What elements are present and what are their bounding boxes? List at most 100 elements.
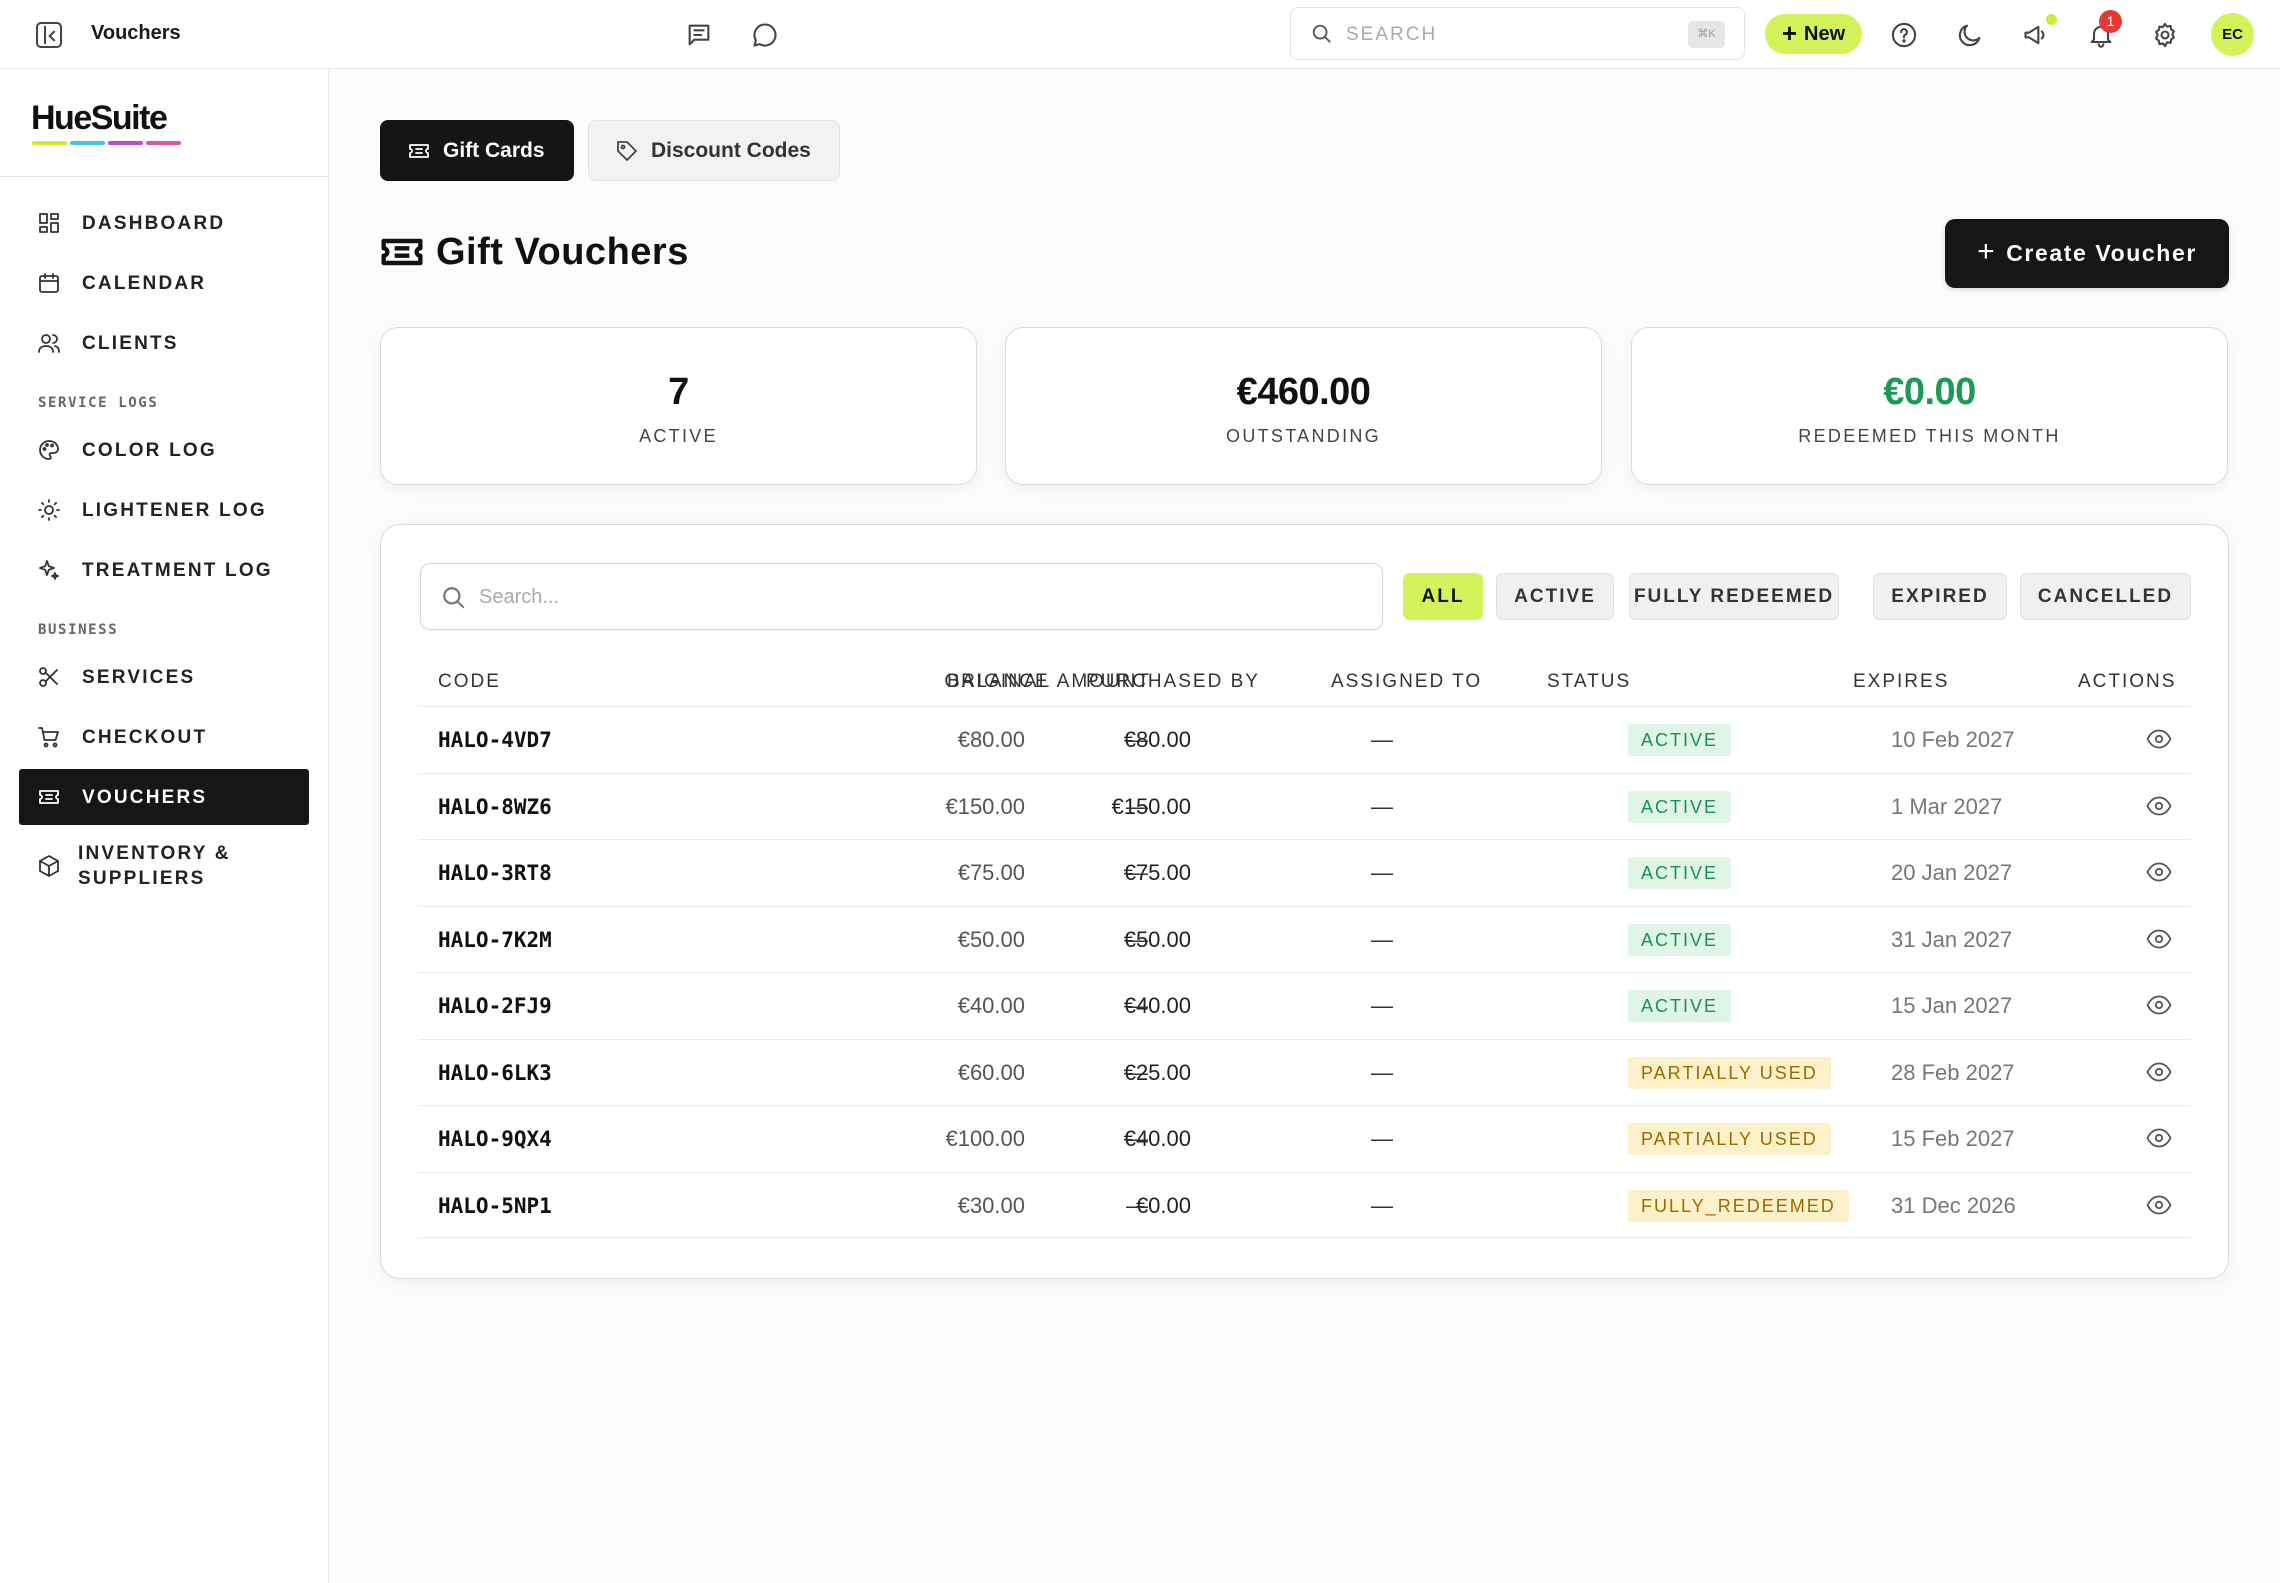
global-search[interactable]: SEARCH ⌘K bbox=[1290, 7, 1745, 60]
notes-icon[interactable] bbox=[682, 18, 716, 52]
column-header-status[interactable]: STATUS bbox=[1547, 671, 1631, 693]
ticket-icon bbox=[409, 143, 429, 158]
table-row[interactable]: HALO-6LK3 €60.00 €25.00— — PARTIALLY USED 28 … bbox=[418, 1038, 2191, 1105]
purchased-by: — bbox=[1126, 793, 1148, 819]
new-button[interactable]: + New bbox=[1765, 14, 1862, 54]
sidebar-section-service-logs: SERVICE LOGS bbox=[38, 395, 159, 411]
global-search-placeholder: SEARCH bbox=[1346, 24, 1438, 45]
sidebar-item-calendar[interactable]: CALENDAR bbox=[19, 255, 309, 311]
assigned-to: — bbox=[1371, 1192, 1393, 1218]
view-eye-icon[interactable] bbox=[2146, 1194, 2172, 1216]
assigned-to: — bbox=[1371, 1059, 1393, 1085]
sidebar-toggle-icon[interactable] bbox=[36, 22, 62, 48]
tab-discount-codes[interactable]: Discount Codes bbox=[588, 120, 840, 181]
sidebar-item-treatment-log[interactable]: TREATMENT LOG bbox=[19, 542, 309, 598]
tab-gift-cards[interactable]: Gift Cards bbox=[380, 120, 574, 181]
column-header-code[interactable]: CODE bbox=[438, 671, 501, 693]
voucher-search-input[interactable]: Search... bbox=[420, 563, 1383, 630]
purchased-by: — bbox=[1126, 860, 1148, 885]
search-shortcut-hint: ⌘K bbox=[1688, 21, 1725, 48]
sidebar: HueSuite DASHBOARD CALENDAR CLIENTS SERV… bbox=[0, 69, 329, 1583]
view-eye-icon[interactable] bbox=[2146, 928, 2172, 950]
table-row[interactable]: HALO-5NP1 €30.00 €0.00— — FULLY_REDEEMED 31 D… bbox=[418, 1171, 2191, 1238]
voucher-search-placeholder: Search... bbox=[479, 586, 560, 608]
filter-active[interactable]: ACTIVE bbox=[1496, 573, 1614, 620]
original-amount: €60.00 bbox=[957, 1059, 1025, 1085]
chat-icon[interactable] bbox=[748, 18, 782, 52]
page-title-text: Gift Vouchers bbox=[436, 230, 689, 273]
box-icon bbox=[36, 853, 62, 879]
sidebar-item-clients[interactable]: CLIENTS bbox=[19, 315, 309, 371]
table-row[interactable]: HALO-8WZ6 €150.00 €150.00— — ACTIVE 1 Mar 202… bbox=[418, 772, 2191, 839]
column-header-assigned-to[interactable]: ASSIGNED TO bbox=[1331, 671, 1482, 693]
brand-color-bars bbox=[32, 141, 181, 145]
column-header-purchased-by[interactable]: PURCHASED BY bbox=[1086, 671, 1260, 693]
table-row[interactable]: HALO-7K2M €50.00 €50.00— — ACTIVE 31 Jan 2027 bbox=[418, 905, 2191, 972]
original-amount: €80.00 bbox=[957, 727, 1025, 752]
status-badge: ACTIVE bbox=[1628, 790, 1732, 823]
gear-icon[interactable] bbox=[2148, 18, 2182, 52]
assigned-to: — bbox=[1371, 793, 1393, 819]
expires-date: 28 Feb 2027 bbox=[1891, 1059, 2015, 1085]
avatar[interactable]: EC bbox=[2211, 13, 2254, 56]
purchased-by: — bbox=[1126, 727, 1148, 752]
palette-icon bbox=[36, 437, 62, 463]
sidebar-item-services[interactable]: SERVICES bbox=[19, 649, 309, 705]
view-eye-icon[interactable] bbox=[2146, 1061, 2172, 1083]
assigned-to: — bbox=[1371, 926, 1393, 952]
sidebar-item-dashboard[interactable]: DASHBOARD bbox=[19, 195, 309, 251]
create-voucher-button[interactable]: + Create Voucher bbox=[1945, 219, 2229, 288]
sidebar-item-label: INVENTORY & SUPPLIERS bbox=[78, 841, 231, 891]
voucher-code: HALO-2FJ9 bbox=[438, 994, 552, 1018]
search-icon bbox=[1312, 24, 1331, 43]
cart-icon bbox=[36, 724, 62, 750]
expires-date: 31 Dec 2026 bbox=[1891, 1192, 2016, 1218]
vouchers-table-card: Search... ALL ACTIVE FULLY REDEEMED EXPI… bbox=[380, 524, 2229, 1279]
purchased-by: — bbox=[1126, 926, 1148, 952]
filter-cancelled[interactable]: CANCELLED bbox=[2020, 573, 2191, 620]
dark-mode-icon[interactable] bbox=[1953, 18, 1987, 52]
help-icon[interactable] bbox=[1887, 18, 1921, 52]
table-row[interactable]: HALO-2FJ9 €40.00 €40.00— — ACTIVE 15 Jan 2027 bbox=[418, 972, 2191, 1038]
original-amount: €150.00 bbox=[945, 793, 1025, 819]
sidebar-item-lightener-log[interactable]: LIGHTENER LOG bbox=[19, 482, 309, 538]
tag-icon bbox=[617, 140, 637, 161]
sidebar-section-business: BUSINESS bbox=[38, 622, 119, 638]
column-header-actions: ACTIONS bbox=[2078, 671, 2177, 692]
sidebar-item-color-log[interactable]: COLOR LOG bbox=[19, 422, 309, 478]
view-eye-icon[interactable] bbox=[2146, 994, 2172, 1016]
sun-icon bbox=[36, 497, 62, 523]
assigned-to: — bbox=[1371, 860, 1393, 885]
voucher-code: HALO-7K2M bbox=[438, 927, 552, 952]
tab-label: Discount Codes bbox=[651, 138, 811, 162]
page-title: Gift Vouchers bbox=[380, 228, 689, 276]
tab-label: Gift Cards bbox=[443, 138, 545, 162]
view-eye-icon[interactable] bbox=[2146, 795, 2172, 817]
stat-label: OUTSTANDING bbox=[1226, 426, 1381, 446]
status-badge: ACTIVE bbox=[1628, 923, 1732, 956]
table-row[interactable]: HALO-9QX4 €100.00 €40.00— — PARTIALLY USED 15… bbox=[418, 1105, 2191, 1171]
column-header-expires[interactable]: EXPIRES bbox=[1853, 671, 1949, 693]
filter-fully-redeemed[interactable]: FULLY REDEEMED bbox=[1629, 573, 1839, 620]
sparkles-icon bbox=[36, 557, 62, 583]
column-header-balance[interactable]: BALANCE bbox=[947, 671, 1050, 693]
filter-all[interactable]: ALL bbox=[1403, 573, 1483, 620]
sidebar-item-checkout[interactable]: CHECKOUT bbox=[19, 709, 309, 765]
scissors-icon bbox=[36, 664, 62, 690]
table-row[interactable]: HALO-3RT8 €75.00 €75.00— — ACTIVE 20 Jan 2027 bbox=[418, 839, 2191, 905]
stat-value: 7 bbox=[668, 371, 689, 413]
filter-expired[interactable]: EXPIRED bbox=[1873, 573, 2007, 620]
table-row[interactable]: HALO-4VD7 €80.00 €80.00— — ACTIVE 10 Feb 2027 bbox=[418, 706, 2191, 772]
sidebar-item-label-line1: INVENTORY & bbox=[78, 843, 231, 864]
sidebar-item-inventory[interactable]: INVENTORY & SUPPLIERS bbox=[19, 834, 309, 898]
page-header-title: Vouchers bbox=[91, 22, 181, 44]
view-eye-icon[interactable] bbox=[2146, 1127, 2172, 1149]
view-eye-icon[interactable] bbox=[2146, 861, 2172, 883]
stat-card-redeemed: €0.00 REDEEMED THIS MONTH bbox=[1631, 327, 2228, 485]
expires-date: 31 Jan 2027 bbox=[1891, 926, 2013, 952]
view-eye-icon[interactable] bbox=[2146, 728, 2172, 750]
brand-logo[interactable]: HueSuite bbox=[31, 99, 168, 138]
sidebar-item-vouchers[interactable]: VOUCHERS bbox=[19, 769, 309, 825]
voucher-code: HALO-5NP1 bbox=[438, 1193, 552, 1218]
expires-date: 15 Jan 2027 bbox=[1891, 993, 2013, 1018]
